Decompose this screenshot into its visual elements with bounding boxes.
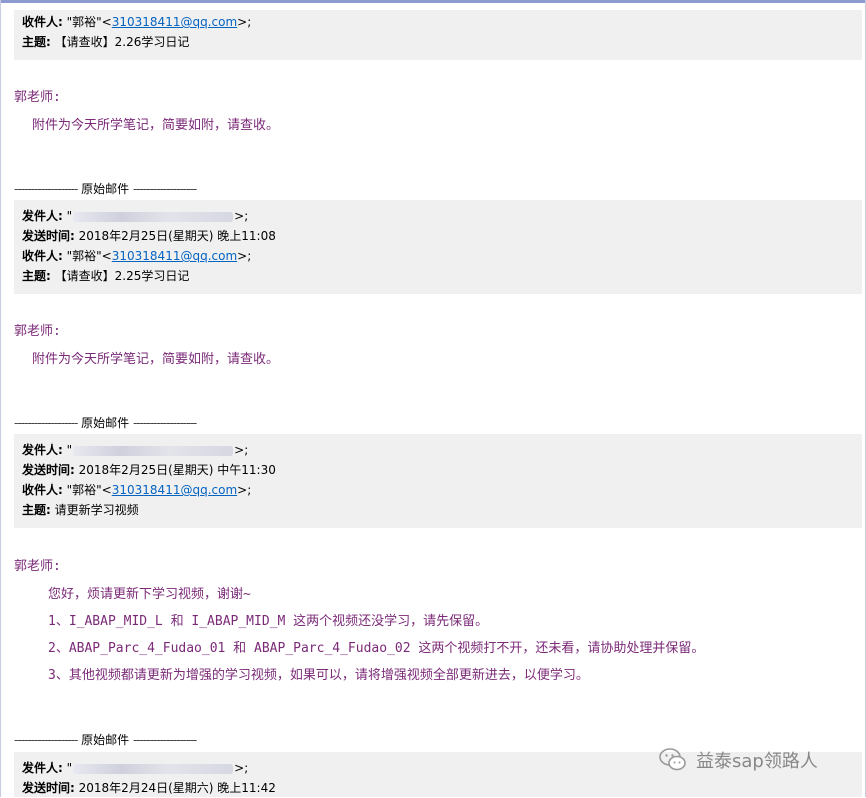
to-name: "郭裕"< — [66, 483, 112, 497]
to-row: 收件人: "郭裕"<310318411@qq.com>; — [22, 12, 862, 32]
watermark: 益泰sap领路人 — [658, 744, 818, 776]
to-name: "郭裕"< — [66, 249, 112, 263]
separator-label: 原始邮件 — [81, 416, 130, 430]
subject-row: 主题: 【请查收】2.25学习日记 — [22, 266, 862, 286]
body-line: 2、ABAP_Parc_4_Fudao_01 和 ABAP_Parc_4_Fud… — [48, 641, 705, 656]
sent-label: 发送时间: — [22, 781, 75, 795]
original-mail-separator: ------------------- 原始邮件 ---------------… — [14, 733, 197, 747]
sent-value: 2018年2月24日(星期六) 晚上11:42 — [78, 781, 276, 795]
sent-row: 发送时间: 2018年2月25日(星期天) 晚上11:08 — [22, 226, 862, 246]
to-tail: >; — [237, 483, 252, 497]
subject-value: 请更新学习视频 — [54, 503, 139, 517]
email-header-1: 收件人: "郭裕"<310318411@qq.com>; 主题: 【请查收】2.… — [14, 10, 862, 60]
from-tail: >; — [234, 761, 249, 775]
to-name: "郭裕"< — [66, 15, 112, 29]
sent-row: 发送时间: 2018年2月25日(星期天) 中午11:30 — [22, 460, 862, 480]
original-mail-separator: ------------------- 原始邮件 ---------------… — [14, 182, 197, 196]
subject-label: 主题: — [22, 35, 51, 49]
from-label: 发件人: — [22, 209, 63, 223]
from-label: 发件人: — [22, 761, 63, 775]
sent-row: 发送时间: 2018年2月24日(星期六) 晚上11:42 — [22, 778, 862, 798]
body-line: 附件为今天所学笔记，简要如附，请查收。 — [32, 118, 280, 133]
sent-value: 2018年2月25日(星期天) 中午11:30 — [78, 463, 276, 477]
from-tail: >; — [234, 209, 249, 223]
redacted-sender: " — [67, 761, 235, 775]
to-tail: >; — [237, 15, 252, 29]
to-row: 收件人: "郭裕"<310318411@qq.com>; — [22, 246, 862, 266]
sent-label: 发送时间: — [22, 229, 75, 243]
sent-label: 发送时间: — [22, 463, 75, 477]
subject-value: 【请查收】2.26学习日记 — [54, 35, 190, 49]
subject-label: 主题: — [22, 503, 51, 517]
subject-label: 主题: — [22, 269, 51, 283]
salutation-2: 郭老师: — [14, 324, 61, 339]
separator-label: 原始邮件 — [81, 182, 130, 196]
separator-label: 原始邮件 — [81, 733, 130, 747]
original-mail-separator: ------------------- 原始邮件 ---------------… — [14, 416, 197, 430]
from-tail: >; — [234, 443, 249, 457]
subject-row: 主题: 请更新学习视频 — [22, 500, 862, 520]
body-line: 1、I_ABAP_MID_L 和 I_ABAP_MID_M 这两个视频还没学习，… — [48, 614, 489, 629]
subject-row: 主题: 【请查收】2.26学习日记 — [22, 32, 862, 52]
to-label: 收件人: — [22, 483, 63, 497]
watermark-text: 益泰sap领路人 — [696, 751, 818, 772]
salutation-3: 郭老师: — [14, 559, 61, 574]
window-top-border — [0, 0, 866, 3]
salutation-1: 郭老师: — [14, 90, 61, 105]
to-tail: >; — [237, 249, 252, 263]
from-row: 发件人: " >; — [22, 206, 862, 226]
email-header-3: 发件人: " >; 发送时间: 2018年2月25日(星期天) 中午11:30 收… — [14, 434, 862, 528]
body-line: 3、其他视频都请更新为增强的学习视频，如果可以，请将增强视频全部更新进去，以便学… — [48, 668, 589, 683]
sent-value: 2018年2月25日(星期天) 晚上11:08 — [78, 229, 276, 243]
to-email-link[interactable]: 310318411@qq.com — [112, 483, 237, 497]
from-row: 发件人: " >; — [22, 440, 862, 460]
to-label: 收件人: — [22, 249, 63, 263]
to-label: 收件人: — [22, 15, 63, 29]
wechat-icon — [659, 748, 686, 771]
redacted-sender: " — [67, 443, 235, 457]
body-line: 附件为今天所学笔记，简要如附，请查收。 — [32, 352, 280, 367]
to-email-link[interactable]: 310318411@qq.com — [112, 15, 237, 29]
window-left-border — [0, 0, 1, 797]
subject-value: 【请查收】2.25学习日记 — [54, 269, 190, 283]
from-label: 发件人: — [22, 443, 63, 457]
to-row: 收件人: "郭裕"<310318411@qq.com>; — [22, 480, 862, 500]
email-header-2: 发件人: " >; 发送时间: 2018年2月25日(星期天) 晚上11:08 收… — [14, 200, 862, 294]
to-email-link[interactable]: 310318411@qq.com — [112, 249, 237, 263]
body-line: 您好，烦请更新下学习视频，谢谢~ — [48, 587, 251, 602]
redacted-sender: " — [67, 209, 235, 223]
